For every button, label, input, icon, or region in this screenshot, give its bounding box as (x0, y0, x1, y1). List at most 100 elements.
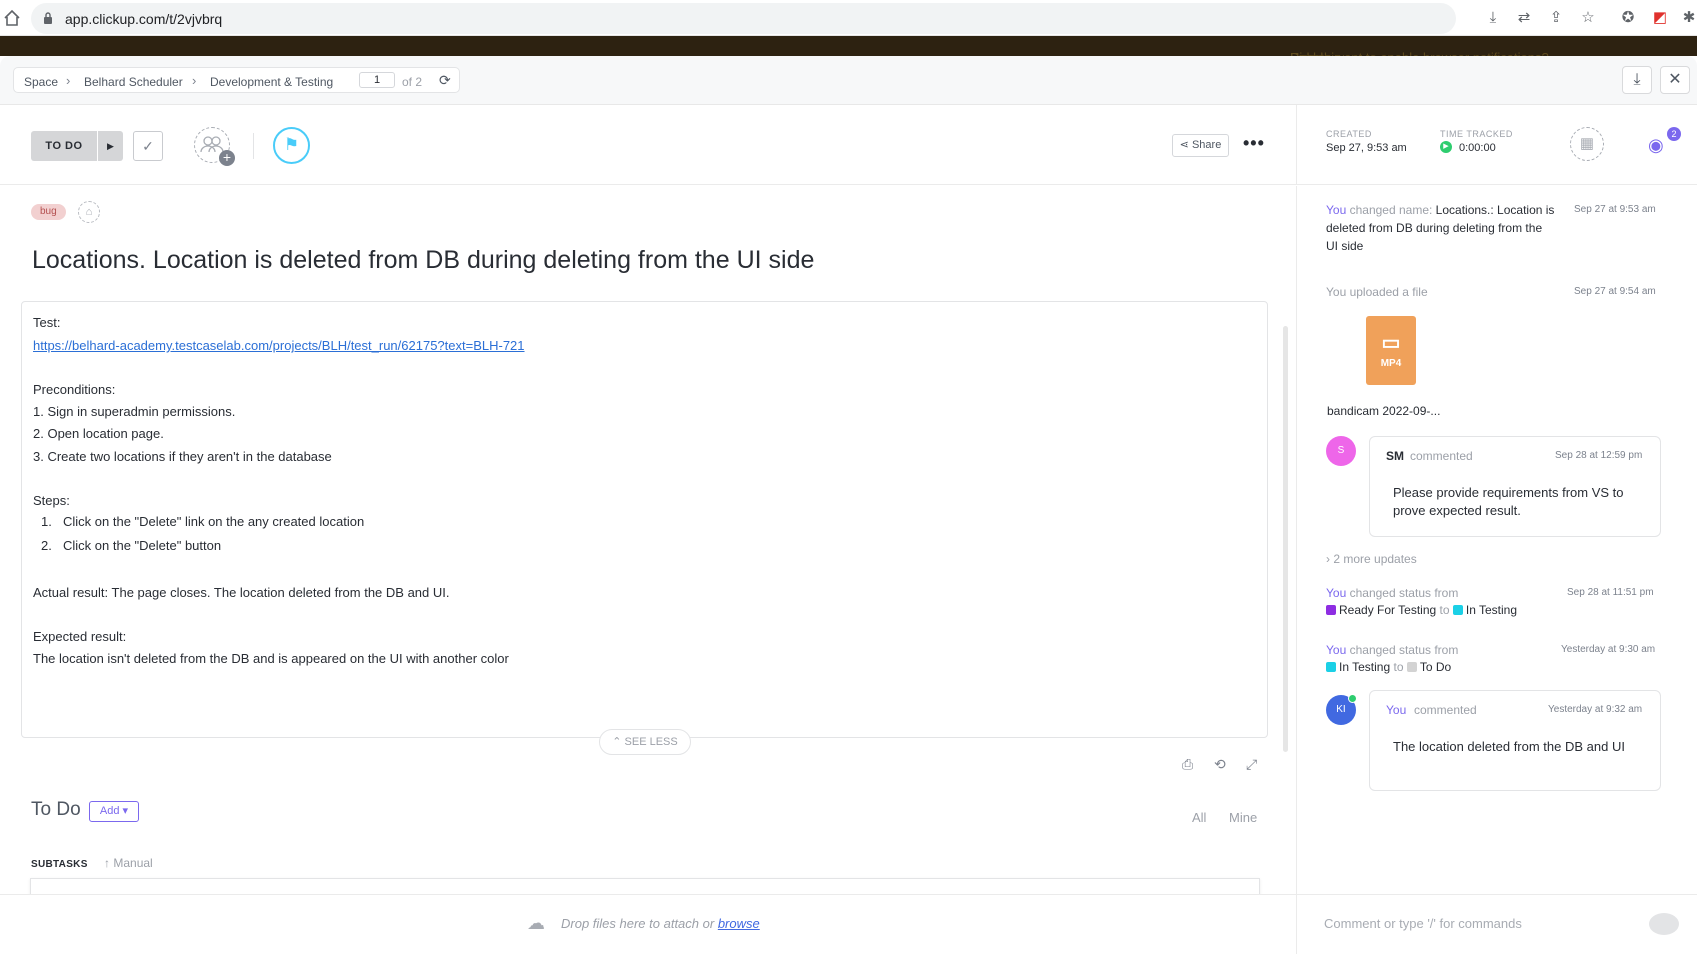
comment-text: The location deleted from the DB and UI (1393, 739, 1625, 754)
complete-button[interactable]: ✓ (133, 131, 163, 161)
url-text: app.clickup.com/t/2vjvbrq (65, 11, 223, 27)
history-icon[interactable]: ⟲ (1214, 756, 1226, 773)
browse-link[interactable]: browse (718, 916, 760, 931)
play-icon[interactable]: ▶ (1440, 141, 1452, 153)
see-less-button[interactable]: ⌃ SEE LESS (599, 729, 691, 755)
status-color (1326, 662, 1336, 672)
comment-text: Please provide requirements from VS to p… (1393, 485, 1624, 518)
clickup-extension-icon[interactable]: ◩ (1651, 9, 1669, 27)
step-item: Click on the "Delete" link on the any cr… (63, 514, 365, 529)
comment-time: Yesterday at 9:32 am (1548, 704, 1643, 715)
actual-result: Actual result: The page closes. The loca… (33, 585, 450, 600)
comment-action: commented (1410, 449, 1473, 463)
calendar-icon[interactable]: ▦ (1570, 127, 1604, 161)
task-title[interactable]: Locations. Location is deleted from DB d… (32, 246, 814, 275)
avatar: S (1326, 436, 1356, 466)
expand-icon[interactable]: ⤢ (1246, 756, 1257, 773)
page-total: of 2 (402, 75, 423, 89)
assignee-button[interactable]: + (194, 127, 235, 166)
video-file-icon: ▭ (1381, 332, 1401, 354)
time-tracked-value[interactable]: 0:00:00 (1459, 142, 1496, 154)
comment-input[interactable]: Comment or type '/' for commands (1324, 916, 1522, 931)
chevron-right-icon: › (66, 73, 71, 88)
activity-user: You (1326, 643, 1347, 657)
more-options-button[interactable]: ••• (1243, 133, 1265, 154)
more-updates-text: 2 more updates (1333, 552, 1417, 566)
sort-manual[interactable]: ↑ Manual (104, 856, 153, 870)
add-tag-icon[interactable]: ⌂ (78, 201, 100, 223)
puzzle-icon[interactable]: ✱ (1680, 9, 1697, 27)
preconditions-label: Preconditions: (33, 382, 116, 397)
activity-user: You (1326, 586, 1347, 600)
more-updates[interactable]: › 2 more updates (1326, 550, 1417, 568)
print-icon[interactable]: ⎙ (1182, 756, 1193, 773)
status-color (1452, 605, 1463, 615)
task-description[interactable]: Test: https://belhard-academy.testcasela… (21, 301, 1268, 738)
attachment-file[interactable]: ▭ MP4 (1366, 316, 1416, 385)
share-button[interactable]: ⋖ Share (1172, 134, 1229, 157)
online-indicator (1348, 694, 1357, 703)
minimize-button[interactable]: ⤓ (1622, 66, 1652, 94)
install-icon[interactable]: ⤓ (1484, 9, 1502, 27)
add-checklist-button[interactable]: Add ▾ (89, 801, 139, 822)
activity-time: Sep 27 at 9:53 am (1574, 204, 1656, 215)
add-icon: + (219, 150, 235, 166)
filter-mine[interactable]: Mine (1229, 810, 1257, 825)
comment-card: SM commented Sep 28 at 12:59 pm Please p… (1369, 436, 1661, 537)
priority-button[interactable]: ⚑ (273, 127, 310, 164)
time-tracked-label: TIME TRACKED (1440, 129, 1513, 139)
comment-author: You (1386, 703, 1407, 717)
breadcrumb-list[interactable]: Development & Testing (210, 75, 333, 89)
extension-icon[interactable]: ✪ (1619, 9, 1637, 27)
scrollbar[interactable] (1283, 326, 1288, 752)
status-transition: Ready For Testing to In Testing (1326, 601, 1517, 619)
breadcrumb-folder[interactable]: Belhard Scheduler (84, 75, 183, 89)
activity-user: You (1326, 203, 1347, 217)
status-from: Ready For Testing (1339, 603, 1437, 617)
test-link[interactable]: https://belhard-academy.testcaselab.com/… (33, 338, 525, 353)
comment-bar: Comment or type '/' for commands (1296, 894, 1697, 954)
share-page-icon[interactable]: ⇪ (1547, 9, 1565, 27)
created-label: CREATED (1326, 129, 1372, 139)
file-name[interactable]: bandicam 2022-09-... (1327, 402, 1440, 420)
add-label: Add (99, 805, 120, 817)
home-icon[interactable] (3, 9, 21, 27)
translate-icon[interactable]: ⇄ (1515, 9, 1533, 27)
step-number: 1. (41, 514, 52, 529)
modal-header: Space › Belhard Scheduler › Development … (0, 56, 1697, 105)
test-label: Test: (33, 315, 61, 330)
attachment-dropzone[interactable]: ☁ Drop files here to attach or browse (0, 894, 1296, 954)
watchers-badge: 2 (1667, 127, 1681, 141)
precondition-item: 3. Create two locations if they aren't i… (33, 449, 332, 464)
breadcrumb-space[interactable]: Space (24, 75, 58, 89)
comment-bubble-icon[interactable] (1649, 913, 1679, 935)
activity-upload: You uploaded a file (1326, 285, 1428, 299)
comment-card: You commented Yesterday at 9:32 am The l… (1369, 690, 1661, 791)
address-bar[interactable]: app.clickup.com/t/2vjvbrq (31, 3, 1456, 34)
bookmark-star-icon[interactable]: ☆ (1579, 9, 1597, 27)
caret-down-icon: ▾ (122, 805, 129, 817)
share-label: Share (1191, 139, 1222, 151)
steps-label: Steps: (33, 493, 70, 508)
activity-status-change: You changed status from (1326, 584, 1458, 602)
activity-status-change: You changed status from (1326, 641, 1458, 659)
comment-time: Sep 28 at 12:59 pm (1555, 450, 1643, 461)
status-button[interactable]: TO DO (31, 131, 97, 161)
close-icon: ✕ (1668, 71, 1682, 88)
eye-icon[interactable]: ◉ (1648, 135, 1664, 156)
filter-all[interactable]: All (1192, 810, 1206, 825)
precondition-item: 2. Open location page. (33, 426, 164, 441)
page-number-input[interactable]: 1 (359, 72, 395, 88)
status-to: To Do (1419, 660, 1452, 674)
activity-action: changed status from (1349, 643, 1459, 657)
close-button[interactable]: ✕ (1660, 66, 1690, 94)
tag-bug[interactable]: bug (31, 204, 66, 220)
breadcrumb: Space › Belhard Scheduler › Development … (13, 67, 460, 93)
browser-toolbar: app.clickup.com/t/2vjvbrq ⤓ ⇄ ⇪ ☆ ✪ ◩ ✱ (0, 0, 1697, 36)
activity-time: Sep 28 at 11:51 pm (1567, 587, 1654, 598)
status-next-button[interactable]: ▶ (98, 131, 123, 161)
open-new-icon[interactable]: ⟳ (439, 72, 451, 89)
task-toolbar: TO DO ▶ ✓ + ⚑ ⋖ Share ••• (0, 105, 1296, 185)
divider (253, 133, 254, 159)
chevron-up-icon: ⌃ (612, 736, 625, 748)
